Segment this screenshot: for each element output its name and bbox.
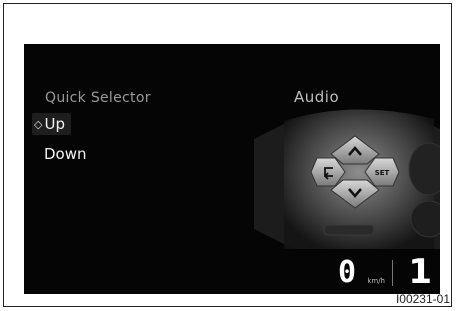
divider (392, 260, 393, 286)
steering-switch-illustration: SET (254, 109, 440, 249)
menu-item-label: Up (44, 115, 65, 133)
gear-indicator: 1 (408, 252, 432, 292)
set-label: SET (375, 169, 390, 177)
menu-item-label: Down (44, 145, 87, 163)
cluster-display: Quick Selector Audio ◇ Up Down SET 0 km/… (24, 44, 440, 294)
menu-item-down[interactable]: Down (44, 143, 87, 165)
menu-title: Quick Selector (45, 90, 151, 106)
figure-frame: Quick Selector Audio ◇ Up Down SET 0 km/… (3, 3, 452, 307)
pointer-icon: ◇ (34, 117, 43, 131)
menu-item-up[interactable]: ◇ Up (32, 113, 71, 135)
speed-unit: km/h (367, 277, 385, 285)
speed-value: 0 (337, 255, 356, 290)
figure-id: I00231-01 (395, 292, 450, 306)
